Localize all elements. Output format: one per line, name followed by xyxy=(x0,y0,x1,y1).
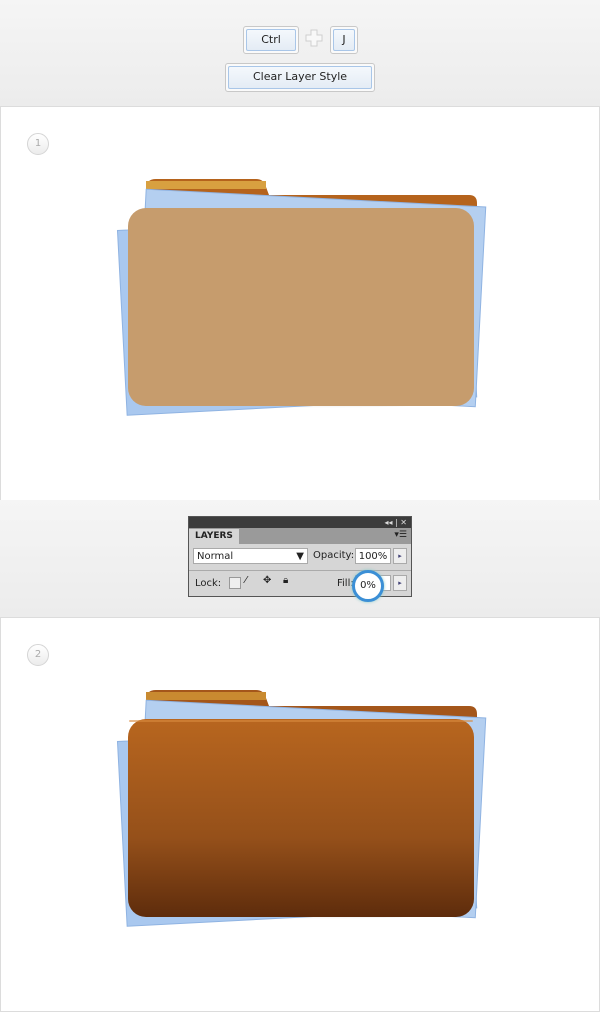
opacity-slider-button[interactable]: ▸ xyxy=(393,548,407,564)
fill-slider-button[interactable]: ▸ xyxy=(393,575,407,591)
tab-layers[interactable]: LAYERS xyxy=(189,529,239,544)
panel-titlebar: ◂◂ | ✕ xyxy=(189,517,411,528)
lock-move-icon[interactable]: ✥ xyxy=(263,575,271,586)
close-icon[interactable]: ✕ xyxy=(400,518,407,527)
plus-icon xyxy=(305,29,323,47)
collapse-icon[interactable]: ◂◂ xyxy=(384,518,392,527)
blend-mode-value: Normal xyxy=(197,551,234,562)
layers-panel: ◂◂ | ✕ LAYERS ▾☰ Normal ▼ Opacity: 100% ▸… xyxy=(188,516,412,602)
blend-mode-select[interactable]: Normal ▼ xyxy=(193,548,308,564)
plain-folder-icon xyxy=(116,179,487,416)
lock-label: Lock: xyxy=(195,578,222,589)
lock-transparency-icon[interactable] xyxy=(229,577,241,589)
ctrl-key: Ctrl xyxy=(243,26,299,54)
step-1-panel: 1 xyxy=(0,106,600,501)
chevron-down-icon: ▼ xyxy=(296,551,304,562)
ctrl-key-label: Ctrl xyxy=(246,29,296,51)
layers-band: ◂◂ | ✕ LAYERS ▾☰ Normal ▼ Opacity: 100% ▸… xyxy=(0,500,600,617)
step-number: 2 xyxy=(27,644,49,666)
opacity-label: Opacity: xyxy=(313,550,355,561)
step-number: 1 xyxy=(27,133,49,155)
clear-layer-style-button: Clear Layer Style xyxy=(225,63,375,92)
panel-tabbar: LAYERS ▾☰ xyxy=(189,528,411,544)
step-2-panel: 2 xyxy=(0,617,600,1012)
opacity-input[interactable]: 100% xyxy=(355,548,391,564)
j-key: J xyxy=(330,26,358,54)
panel-menu-icon[interactable]: ▾☰ xyxy=(394,530,407,540)
fill-highlight: 0% xyxy=(352,570,384,602)
lock-brush-icon[interactable]: ⁄ xyxy=(245,575,247,586)
j-key-label: J xyxy=(333,29,355,51)
clear-layer-style-label: Clear Layer Style xyxy=(228,66,372,89)
lock-all-icon[interactable]: 🔒︎ xyxy=(283,575,288,586)
shortcut-band: Ctrl J Clear Layer Style xyxy=(0,0,600,106)
leather-folder-icon xyxy=(116,690,487,927)
